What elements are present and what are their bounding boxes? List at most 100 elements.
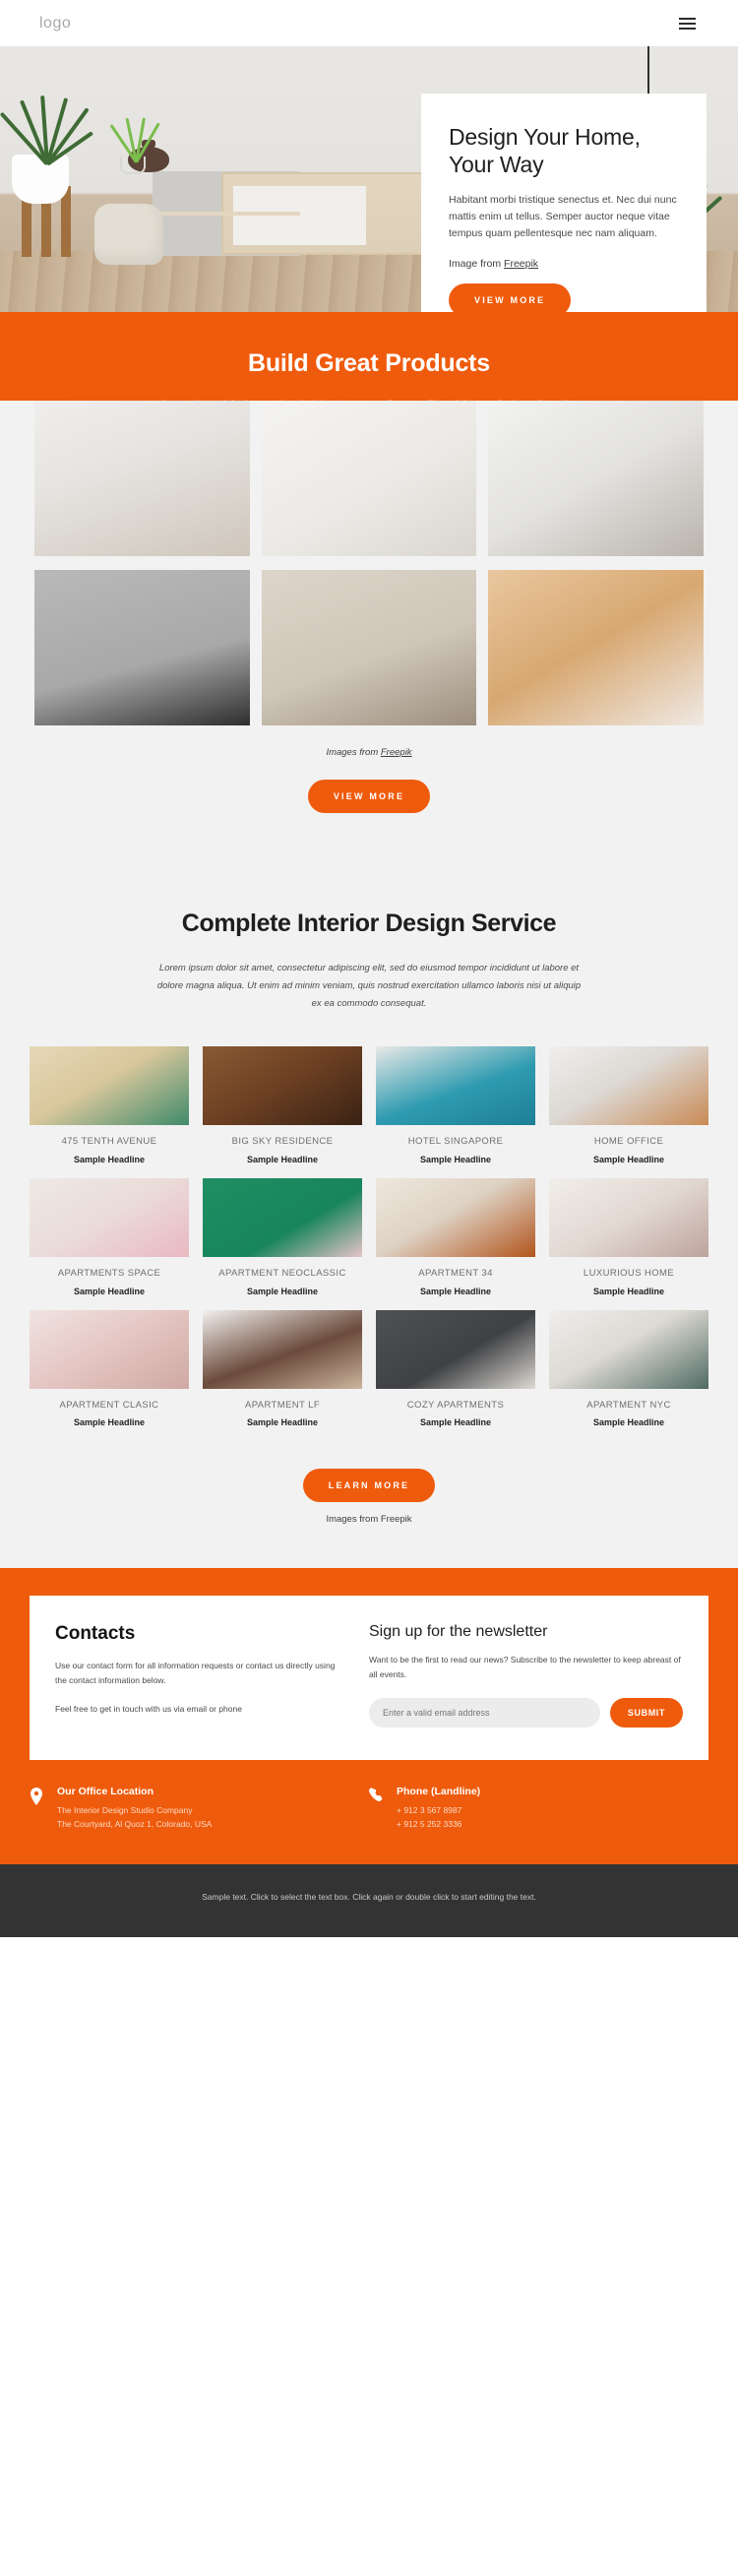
portfolio-card[interactable]: HOTEL SINGAPORE Sample Headline xyxy=(376,1045,535,1164)
portfolio-card-headline: Sample Headline xyxy=(419,1286,492,1296)
portfolio-card-headline: Sample Headline xyxy=(592,1154,665,1164)
portfolio-thumb xyxy=(30,1309,189,1389)
portfolio-card[interactable]: APARTMENT NYC Sample Headline xyxy=(549,1309,708,1428)
promo-title: Build Great Products xyxy=(247,349,491,377)
footer-text: Sample text. Click to select the text bo… xyxy=(202,1892,536,1903)
service-credit: Images from Freepik xyxy=(326,1514,412,1526)
site-header: logo xyxy=(0,0,738,46)
gallery-image[interactable] xyxy=(488,569,704,725)
portfolio-card[interactable]: HOME OFFICE Sample Headline xyxy=(549,1045,708,1164)
hero-image-credit: Image from Freepik xyxy=(449,258,679,270)
portfolio-thumb xyxy=(376,1309,535,1389)
logo[interactable]: logo xyxy=(39,15,71,32)
portfolio-card-title: APARTMENT CLASIC xyxy=(59,1399,159,1411)
submit-button[interactable]: SUBMIT xyxy=(609,1698,683,1728)
portfolio-thumb xyxy=(549,1045,708,1125)
portfolio-card-title: HOTEL SINGAPORE xyxy=(407,1135,504,1147)
service-section: Complete Interior Design Service Lorem i… xyxy=(0,867,738,1569)
hero-credit-prefix: Image from xyxy=(449,258,505,271)
gallery-image[interactable] xyxy=(34,569,250,725)
contact-details-row: Our Office Location The Interior Design … xyxy=(30,1786,708,1832)
portfolio-card-headline: Sample Headline xyxy=(592,1286,665,1296)
email-input[interactable] xyxy=(369,1698,600,1728)
office-line-1: The Interior Design Studio Company xyxy=(57,1804,193,1815)
contacts-card: Contacts Use our contact form for all in… xyxy=(30,1596,708,1760)
newsletter-body: Want to be the first to read our news? S… xyxy=(369,1655,681,1680)
office-title: Our Office Location xyxy=(57,1785,154,1797)
portfolio-card-headline: Sample Headline xyxy=(73,1417,146,1428)
newsletter-block: Sign up for the newsletter Want to be th… xyxy=(369,1623,683,1730)
hero-title: Design Your Home, Your Way xyxy=(449,124,641,178)
hamburger-menu-icon[interactable] xyxy=(676,15,699,32)
hero-shelf-line xyxy=(153,212,300,216)
hero-section: Design Your Home, Your Way Habitant morb… xyxy=(0,46,738,312)
newsletter-form: SUBMIT xyxy=(369,1698,683,1728)
portfolio-card[interactable]: LUXURIOUS HOME Sample Headline xyxy=(549,1177,708,1296)
hero-credit-link[interactable]: Freepik xyxy=(504,258,538,270)
phone-title: Phone (Landline) xyxy=(397,1785,481,1797)
gallery-section: Images from Freepik VIEW MORE xyxy=(0,400,738,868)
gallery-credit: Images from Freepik xyxy=(0,725,738,758)
portfolio-card[interactable]: 475 TENTH AVENUE Sample Headline xyxy=(30,1045,189,1164)
learn-more-button[interactable]: LEARN MORE xyxy=(302,1469,436,1503)
portfolio-card-title: 475 TENTH AVENUE xyxy=(61,1135,157,1147)
gallery-row-1 xyxy=(34,400,704,556)
phone-block: Phone (Landline) + 912 3 567 8987 + 912 … xyxy=(369,1786,708,1832)
gallery-image[interactable] xyxy=(34,400,250,556)
portfolio-thumb xyxy=(203,1309,362,1389)
portfolio-card-title: HOME OFFICE xyxy=(593,1135,664,1147)
contacts-body-1: Use our contact form for all information… xyxy=(55,1661,336,1686)
portfolio-card[interactable]: APARTMENT LF Sample Headline xyxy=(203,1309,362,1428)
portfolio-card-headline: Sample Headline xyxy=(592,1417,665,1428)
portfolio-thumb xyxy=(549,1309,708,1389)
portfolio-thumb xyxy=(203,1177,362,1257)
portfolio-thumb xyxy=(30,1177,189,1257)
portfolio-card[interactable]: BIG SKY RESIDENCE Sample Headline xyxy=(203,1045,362,1164)
portfolio-card-title: COZY APARTMENTS xyxy=(406,1399,505,1411)
phone-icon xyxy=(369,1786,385,1832)
portfolio-thumb xyxy=(30,1045,189,1125)
hero-view-more-button[interactable]: VIEW MORE xyxy=(449,283,572,312)
gallery-image[interactable] xyxy=(488,400,704,556)
portfolio-thumb xyxy=(549,1177,708,1257)
gallery-credit-link[interactable]: Freepik xyxy=(381,747,412,758)
portfolio-card[interactable]: APARTMENT NEOCLASSIC Sample Headline xyxy=(203,1177,362,1296)
phone-line-2: + 912 5 252 3336 xyxy=(397,1818,462,1829)
portfolio-thumb xyxy=(203,1045,362,1125)
hero-pouf xyxy=(94,204,163,265)
portfolio-card[interactable]: APARTMENTS SPACE Sample Headline xyxy=(30,1177,189,1296)
portfolio-card-title: APARTMENTS SPACE xyxy=(57,1267,161,1279)
hero-body: Habitant morbi tristique senectus et. Ne… xyxy=(449,194,677,240)
service-subtitle: Lorem ipsum dolor sit amet, consectetur … xyxy=(156,962,582,1009)
portfolio-card-title: BIG SKY RESIDENCE xyxy=(231,1135,334,1147)
newsletter-title: Sign up for the newsletter xyxy=(369,1623,548,1641)
contacts-title: Contacts xyxy=(55,1623,136,1645)
office-location-block: Our Office Location The Interior Design … xyxy=(30,1786,369,1832)
service-title: Complete Interior Design Service xyxy=(181,909,557,937)
portfolio-thumb xyxy=(376,1045,535,1125)
site-footer: Sample text. Click to select the text bo… xyxy=(0,1864,738,1937)
gallery-image[interactable] xyxy=(261,569,477,725)
hero-palm-plant xyxy=(0,46,94,166)
portfolio-thumb xyxy=(376,1177,535,1257)
portfolio-card-headline: Sample Headline xyxy=(73,1154,146,1164)
hero-card: Design Your Home, Your Way Habitant morb… xyxy=(421,94,707,312)
portfolio-card[interactable]: COZY APARTMENTS Sample Headline xyxy=(376,1309,535,1428)
portfolio-card-title: LUXURIOUS HOME xyxy=(583,1267,675,1279)
service-cta-wrap: LEARN MORE xyxy=(0,1427,738,1514)
gallery-row-2 xyxy=(34,569,704,725)
contacts-body-2: Feel free to get in touch with us via em… xyxy=(55,1704,242,1715)
portfolio-card-headline: Sample Headline xyxy=(246,1154,319,1164)
portfolio-card-headline: Sample Headline xyxy=(419,1417,492,1428)
hero-bamboo-plant xyxy=(103,84,172,163)
portfolio-card-headline: Sample Headline xyxy=(246,1286,319,1296)
contacts-section: Contacts Use our contact form for all in… xyxy=(0,1568,738,1865)
portfolio-card[interactable]: APARTMENT 34 Sample Headline xyxy=(376,1177,535,1296)
portfolio-card[interactable]: APARTMENT CLASIC Sample Headline xyxy=(30,1309,189,1428)
portfolio-grid: 475 TENTH AVENUE Sample Headline BIG SKY… xyxy=(30,1045,708,1428)
gallery-image[interactable] xyxy=(261,400,477,556)
gallery-cta-wrap: VIEW MORE xyxy=(0,758,738,868)
portfolio-card-headline: Sample Headline xyxy=(246,1417,319,1428)
portfolio-card-title: APARTMENT LF xyxy=(244,1399,321,1411)
gallery-view-more-button[interactable]: VIEW MORE xyxy=(307,779,431,813)
